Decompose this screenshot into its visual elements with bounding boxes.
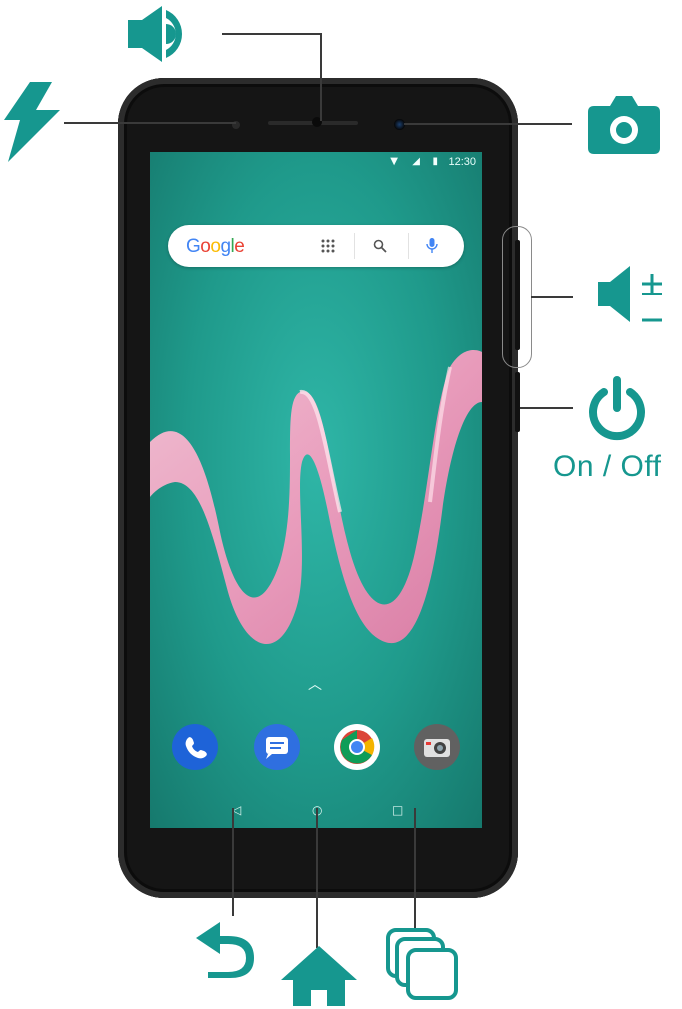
home-screen: ▼ ◢ ▮ 12:30 Google ︿ ◁ □ (150, 152, 482, 828)
camera-app-icon[interactable] (414, 724, 460, 770)
camera-icon (588, 96, 660, 154)
callout-line-power (520, 407, 573, 409)
status-bar: ▼ ◢ ▮ 12:30 (150, 152, 482, 172)
power-icon (589, 376, 645, 441)
search-icon[interactable] (366, 232, 394, 260)
callout-line-home (316, 808, 318, 948)
flash-icon (4, 82, 60, 162)
callout-line-flash (64, 122, 236, 124)
google-search-bar[interactable]: Google (168, 225, 464, 267)
messages-app-icon[interactable] (254, 724, 300, 770)
google-logo: Google (186, 236, 245, 257)
phone-app-icon[interactable] (172, 724, 218, 770)
callout-line-speaker (222, 33, 322, 35)
recents-nav-icon[interactable]: □ (392, 803, 403, 817)
wifi-icon: ▼ (390, 156, 398, 167)
app-drawer-arrow-icon[interactable]: ︿ (308, 674, 322, 694)
chrome-app-icon[interactable] (334, 724, 380, 770)
volume-button-highlight (502, 226, 532, 368)
callout-line-volume (531, 296, 573, 298)
power-button[interactable] (515, 372, 520, 432)
callout-line-back (232, 808, 234, 916)
search-divider (408, 233, 409, 259)
power-label: On / Off (553, 450, 662, 483)
search-divider (354, 233, 355, 259)
callout-line-camera (404, 123, 572, 125)
speaker-icon (128, 6, 182, 62)
microphone-icon[interactable] (418, 232, 446, 260)
callout-line-recents (414, 808, 416, 928)
volume-icon (598, 266, 662, 322)
signal-icon: ◢ (412, 156, 420, 167)
back-icon (196, 922, 254, 978)
apps-grid-icon[interactable] (314, 232, 342, 260)
recents-icon (386, 928, 458, 1000)
callout-line-speaker (320, 33, 322, 121)
home-icon (281, 946, 357, 1006)
status-time: 12:30 (448, 156, 476, 168)
battery-icon: ▮ (432, 156, 438, 167)
